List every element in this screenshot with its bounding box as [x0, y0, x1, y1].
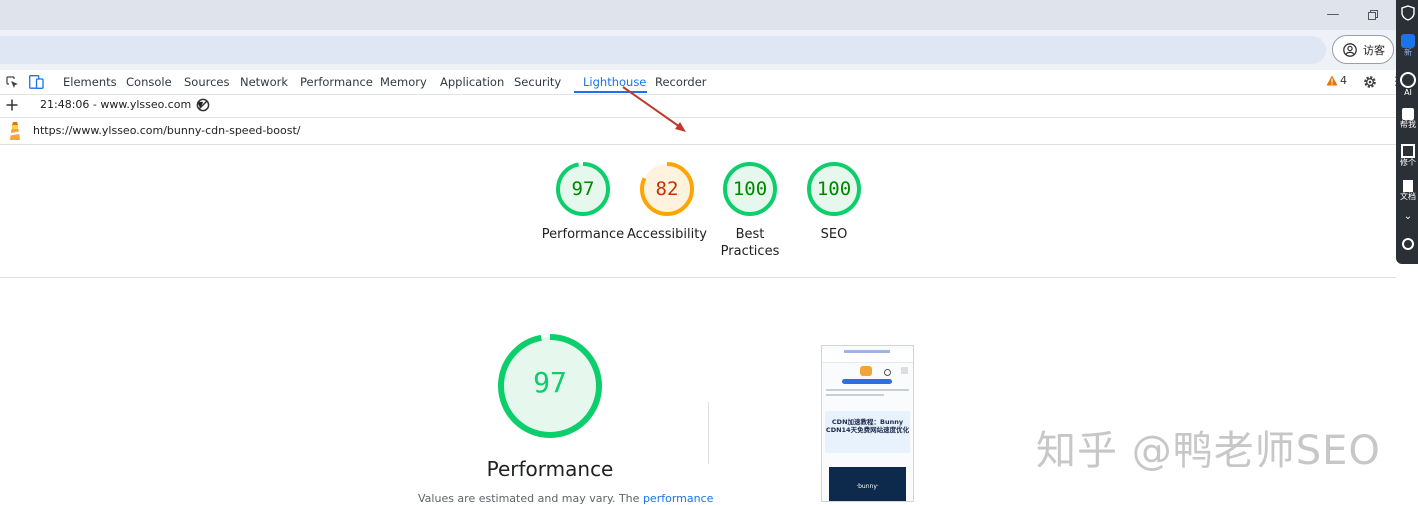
- main-performance-title: Performance: [486, 457, 614, 481]
- sidebar-item-docs[interactable]: 文档: [1398, 180, 1418, 202]
- tab-performance[interactable]: Performance: [300, 70, 373, 94]
- pen-icon: [1402, 108, 1414, 120]
- minimize-icon: —: [1326, 7, 1340, 22]
- devtools-tab-bar: Elements Console Sources Network Perform…: [0, 70, 1396, 95]
- vertical-divider: [708, 402, 709, 464]
- minimize-button[interactable]: —: [1322, 4, 1344, 26]
- sidebar-item-new[interactable]: 新: [1398, 34, 1418, 58]
- thumb-body-text: [822, 385, 913, 407]
- warning-count: 4: [1340, 74, 1347, 87]
- gauge-performance-score: 97: [571, 178, 595, 200]
- window-titlebar: [0, 0, 1396, 30]
- disclaimer-text-start: Values are estimated and may vary. The: [418, 492, 640, 505]
- page-screenshot-thumbnail[interactable]: CDN加速教程：Bunny CDN14天免费网站速度优化 ·bunny·: [821, 345, 914, 502]
- report-url: https://www.ylsseo.com/bunny-cdn-speed-b…: [33, 124, 301, 137]
- settings-gear-icon[interactable]: [1363, 75, 1377, 89]
- assistant-sidebar: 新 AI 帮我 修个 文档 ⌄: [1396, 0, 1418, 264]
- thumb-header: [822, 350, 913, 363]
- main-performance-score: 97: [533, 366, 567, 399]
- report-selector[interactable]: 21:48:06 - www.ylsseo.com ▼: [40, 98, 203, 111]
- tab-elements[interactable]: Elements: [63, 70, 117, 94]
- gauge-seo-score: 100: [816, 178, 852, 200]
- watermark: 知乎 @鸭老师SEO: [1036, 428, 1381, 474]
- sidebar-item-new-label: 新: [1404, 48, 1412, 57]
- thumb-spacer: [822, 453, 913, 467]
- gauge-best-practices-label: Best Practices: [720, 227, 780, 259]
- disclaimer-link[interactable]: performance: [643, 492, 713, 505]
- chat-icon: [1401, 34, 1415, 48]
- section-divider: [0, 277, 1396, 278]
- sidebar-item-help[interactable]: 帮我: [1398, 108, 1418, 130]
- sidebar-item-ai[interactable]: AI: [1398, 72, 1418, 98]
- guest-label: 访客: [1363, 43, 1385, 57]
- disclaimer-text: Values are estimated and may vary. The p…: [418, 492, 713, 505]
- thumb-nav: [822, 363, 913, 385]
- clear-reports-icon[interactable]: [196, 98, 210, 112]
- sidebar-expand-icon[interactable]: ⌄: [1398, 212, 1418, 222]
- inspect-element-icon[interactable]: [6, 76, 19, 89]
- shield-heart-icon[interactable]: [1400, 5, 1416, 21]
- document-icon: [1403, 180, 1413, 192]
- gauge-accessibility-label: Accessibility: [627, 227, 707, 242]
- restore-icon: [1368, 10, 1378, 20]
- sidebar-item-docs-label: 文档: [1400, 192, 1416, 201]
- report-selector-label: 21:48:06 - www.ylsseo.com: [40, 98, 192, 111]
- thumb-banner: ·bunny·: [829, 467, 906, 501]
- tab-security[interactable]: Security: [514, 70, 561, 94]
- main-performance-gauge: 97: [496, 332, 604, 440]
- guest-profile-button[interactable]: 访客: [1332, 35, 1394, 64]
- report-url-bar: https://www.ylsseo.com/bunny-cdn-speed-b…: [0, 118, 1396, 145]
- tab-sources[interactable]: Sources: [184, 70, 230, 94]
- thumb-banner-text: ·bunny·: [856, 483, 879, 490]
- restore-button[interactable]: [1362, 4, 1384, 26]
- gauge-best-practices-score: 100: [732, 178, 768, 200]
- sidebar-item-help-label: 帮我: [1400, 120, 1416, 129]
- thumb-article-title: CDN加速教程：Bunny CDN14天免费网站速度优化: [825, 418, 910, 434]
- warning-icon: [1326, 75, 1338, 86]
- gauge-accessibility[interactable]: 82 Accessibility: [627, 161, 707, 261]
- new-report-plus-icon[interactable]: [6, 99, 18, 111]
- tab-memory[interactable]: Memory: [380, 70, 427, 94]
- gauge-seo-label: SEO: [820, 227, 848, 242]
- sidebar-item-ai-label: AI: [1404, 88, 1412, 97]
- gauge-seo[interactable]: 100 SEO: [806, 161, 862, 261]
- image-icon: [1401, 144, 1415, 158]
- gauge-best-practices[interactable]: 100 Best Practices: [721, 161, 779, 261]
- lighthouse-logo-icon: [10, 122, 20, 140]
- tab-network[interactable]: Network: [240, 70, 288, 94]
- device-toolbar-icon[interactable]: [29, 75, 44, 89]
- thumb-article-card: CDN加速教程：Bunny CDN14天免费网站速度优化: [825, 411, 910, 453]
- ai-icon: [1400, 72, 1416, 88]
- gauge-accessibility-score: 82: [655, 178, 679, 200]
- sidebar-settings-icon[interactable]: [1398, 238, 1418, 250]
- lighthouse-toolbar: 21:48:06 - www.ylsseo.com ▼: [0, 95, 1396, 118]
- sidebar-item-edit-label: 修个: [1400, 158, 1416, 167]
- issues-counter[interactable]: 4: [1326, 74, 1347, 87]
- address-bar[interactable]: [0, 36, 1326, 64]
- sidebar-item-edit[interactable]: 修个: [1398, 144, 1418, 168]
- person-icon: [1343, 42, 1357, 57]
- tab-application[interactable]: Application: [440, 70, 504, 94]
- tab-console[interactable]: Console: [126, 70, 172, 94]
- gauge-performance[interactable]: 97 Performance: [542, 161, 624, 261]
- annotation-arrow: [622, 86, 686, 132]
